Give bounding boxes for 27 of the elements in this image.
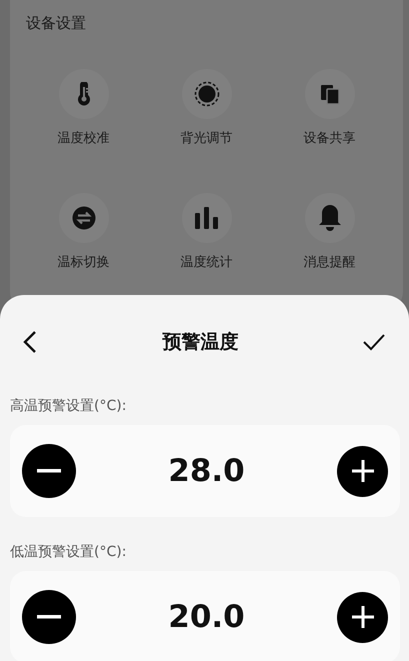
settings-item[interactable]: 消息提醒 <box>268 193 391 271</box>
bell-icon <box>316 204 342 232</box>
sheet-title: 预警温度 <box>162 330 238 355</box>
stepper-label: 高温预警设置(°C): <box>10 397 128 415</box>
copy-icon <box>318 83 340 105</box>
section-title: 设备设置 <box>26 14 87 33</box>
plus-icon <box>352 460 374 482</box>
settings-item[interactable]: 背光调节 <box>145 69 268 147</box>
chevron-left-icon <box>22 330 38 354</box>
swap-icon <box>72 206 96 230</box>
plus-icon <box>352 606 374 628</box>
settings-item[interactable]: 温度校准 <box>22 69 145 147</box>
backlight-icon <box>194 81 220 107</box>
minus-icon <box>37 469 61 473</box>
minus-icon <box>37 615 61 619</box>
stepper-value: 20.0 <box>168 599 245 635</box>
settings-item[interactable]: 温标切换 <box>22 193 145 271</box>
bar-chart-icon <box>194 207 220 229</box>
stepper-value: 28.0 <box>168 453 245 489</box>
decrease-button[interactable] <box>22 590 76 644</box>
decrease-button[interactable] <box>22 444 76 498</box>
settings-item[interactable]: 设备共享 <box>268 69 391 147</box>
settings-item[interactable]: 温度统计 <box>145 193 268 271</box>
increase-button[interactable] <box>337 446 388 496</box>
increase-button[interactable] <box>337 592 388 642</box>
stepper-label: 低温预警设置(°C): <box>10 543 128 561</box>
check-icon <box>363 333 385 351</box>
